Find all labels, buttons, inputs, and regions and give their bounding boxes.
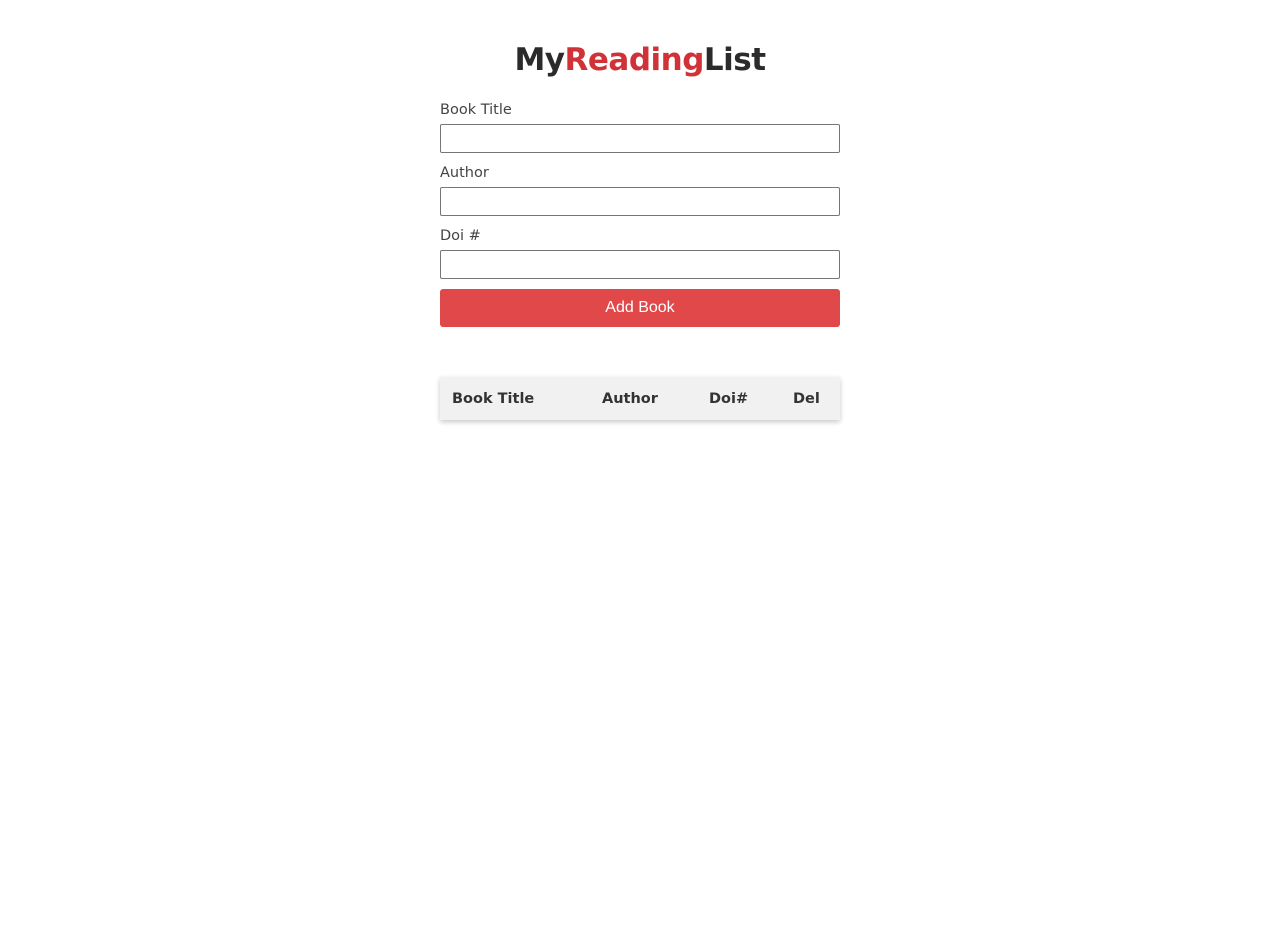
page-title: MyReadingList bbox=[440, 40, 840, 80]
doi-label: Doi # bbox=[440, 228, 481, 244]
column-header-book-title: Book Title bbox=[452, 390, 535, 407]
column-header-del: Del bbox=[793, 390, 820, 407]
column-header-doi: Doi# bbox=[709, 390, 749, 407]
title-reading: Reading bbox=[564, 42, 705, 78]
author-input[interactable] bbox=[440, 187, 840, 216]
book-list-table: Book Title Author Doi# Del bbox=[440, 377, 840, 420]
column-header-author: Author bbox=[602, 390, 658, 407]
book-title-label: Book Title bbox=[440, 102, 512, 118]
table-header: Book Title Author Doi# Del bbox=[440, 377, 840, 420]
doi-input[interactable] bbox=[440, 250, 840, 279]
table-header-row: Book Title Author Doi# Del bbox=[440, 377, 840, 420]
add-book-button[interactable]: Add Book bbox=[440, 289, 840, 327]
title-my: My bbox=[514, 42, 565, 78]
author-label: Author bbox=[440, 165, 489, 181]
book-title-input[interactable] bbox=[440, 124, 840, 153]
title-list: List bbox=[703, 42, 766, 78]
